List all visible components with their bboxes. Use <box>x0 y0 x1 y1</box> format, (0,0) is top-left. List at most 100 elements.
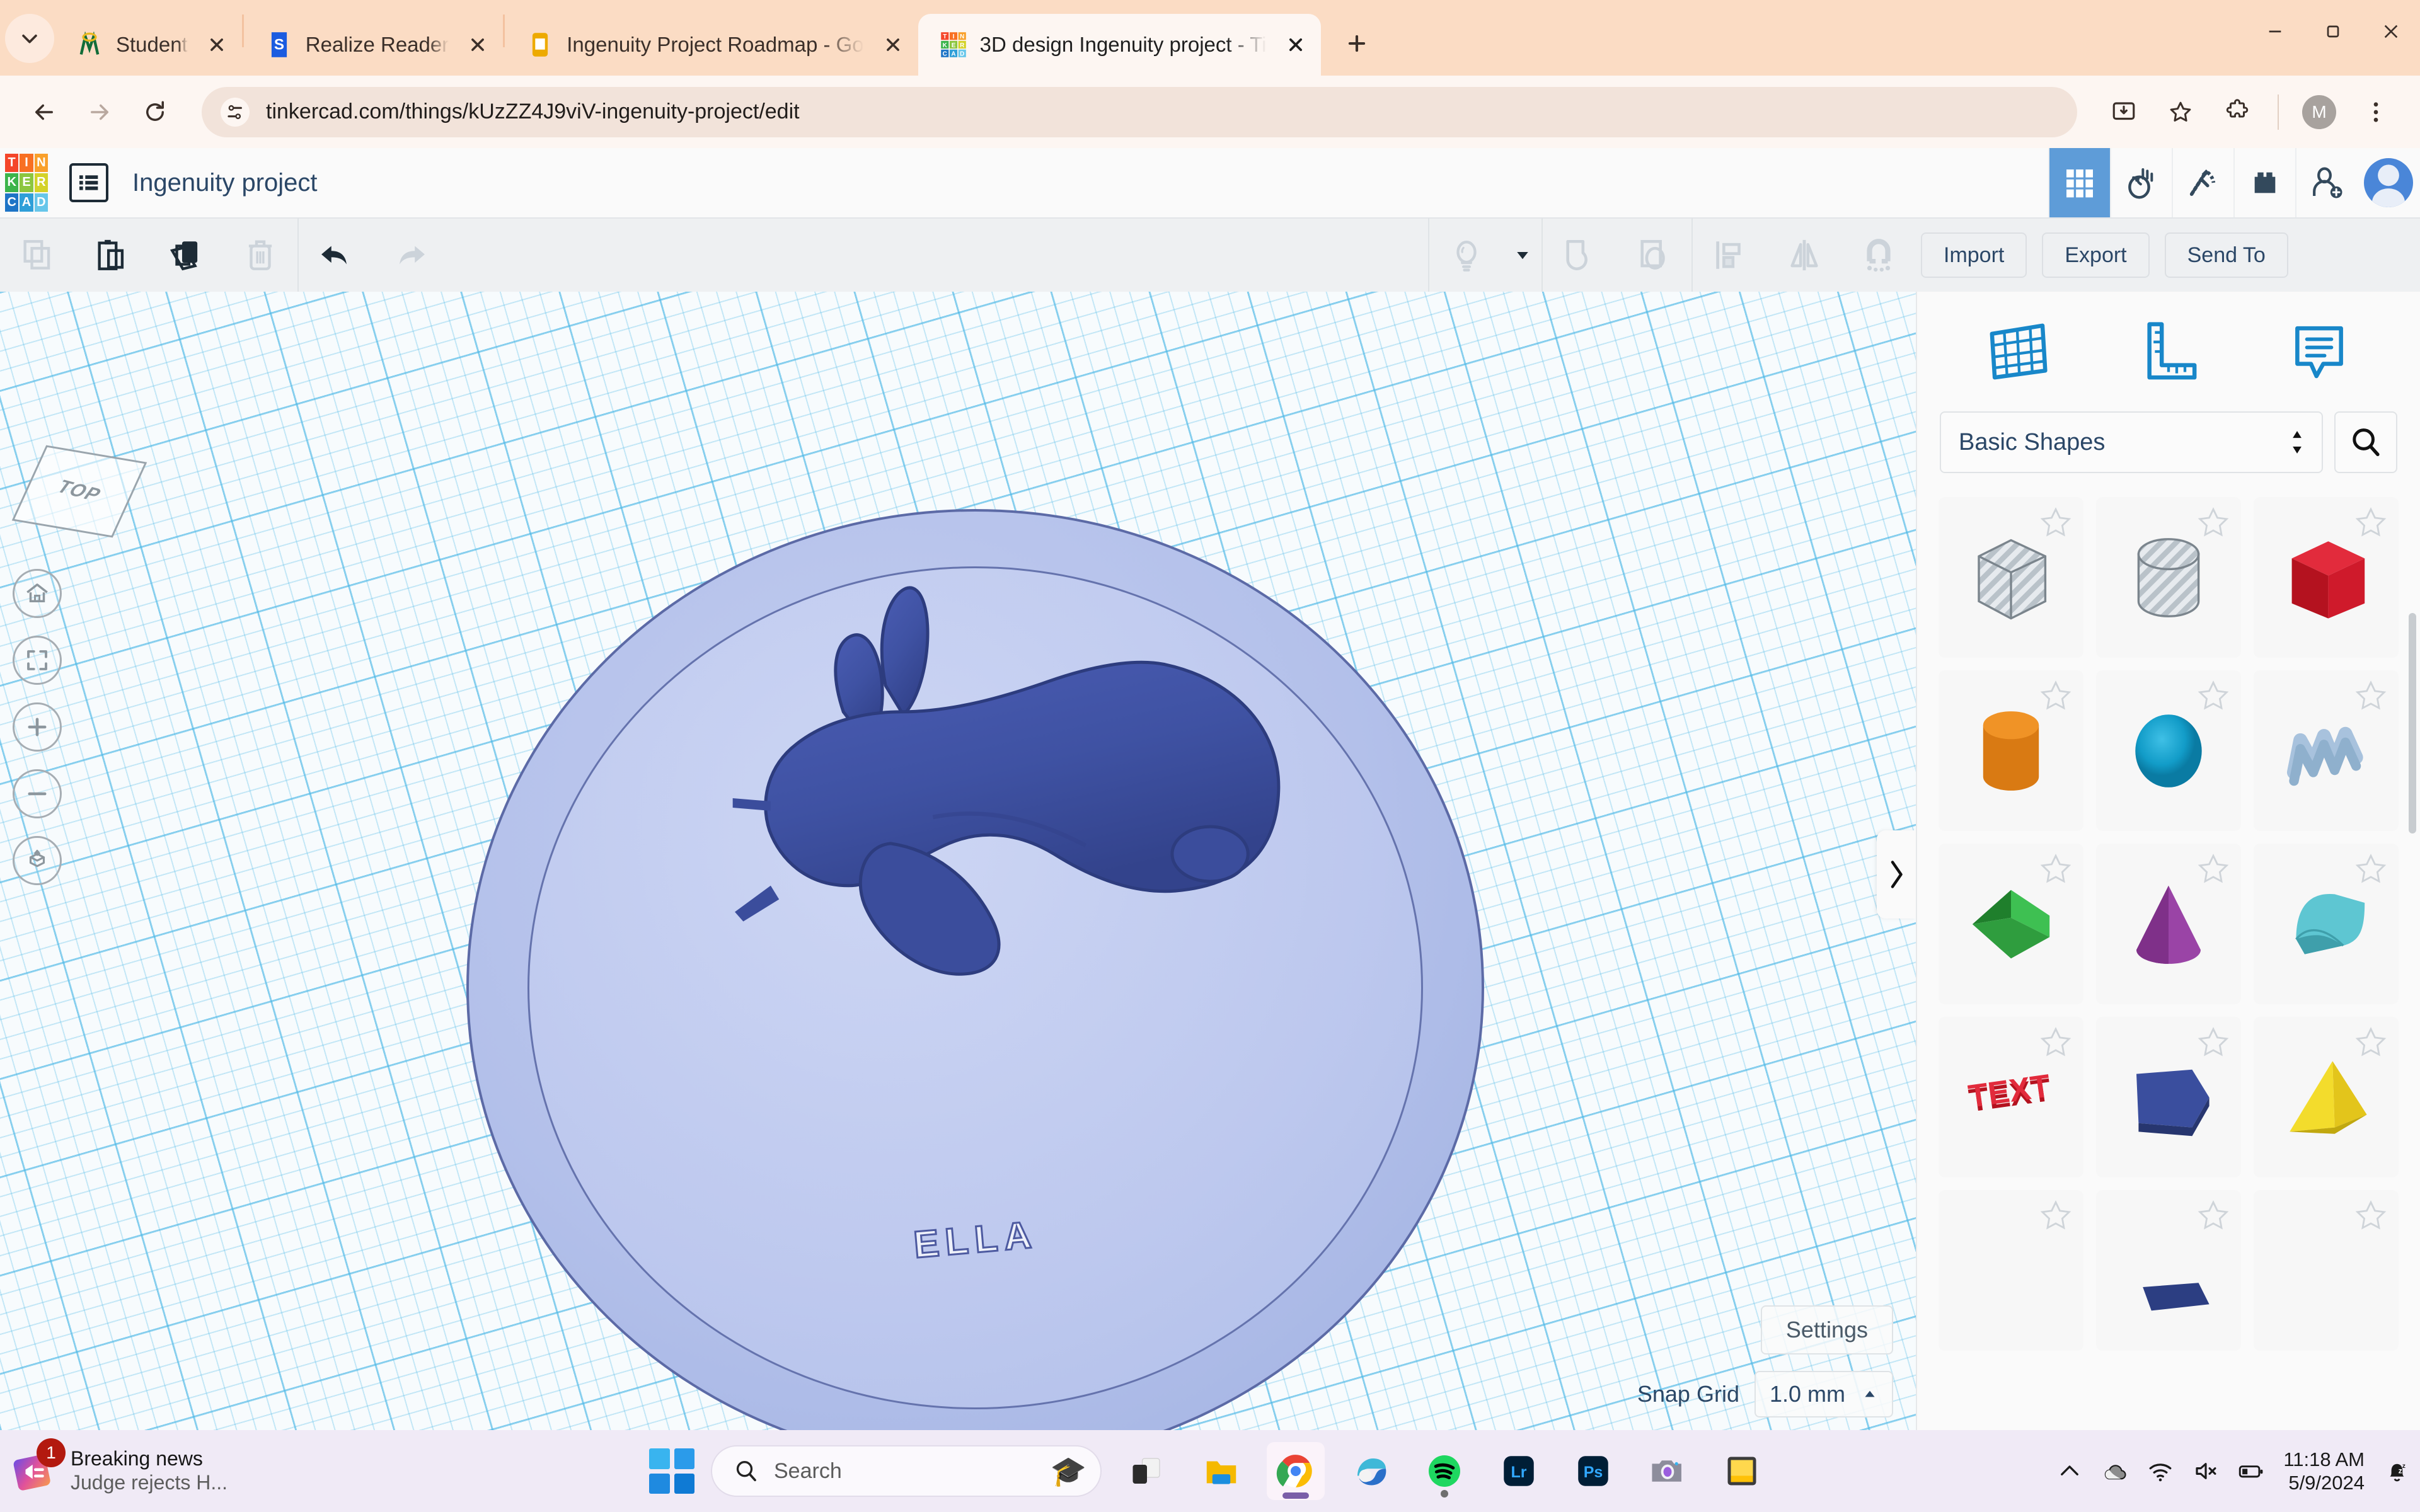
shape-text[interactable]: TEXT TEXT <box>1939 1017 2083 1177</box>
wifi-button[interactable] <box>2147 1458 2174 1484</box>
page-title[interactable]: Ingenuity project <box>132 169 318 197</box>
copy-button[interactable] <box>0 219 74 292</box>
browser-tab-student[interactable]: Student <box>54 14 242 76</box>
shape-cone[interactable] <box>2096 844 2241 1004</box>
3d-model-group[interactable]: ELLA <box>466 509 1484 1430</box>
news-widget[interactable]: 1 Breaking news Judge rejects H... <box>11 1438 553 1495</box>
undo-button[interactable] <box>299 219 373 292</box>
shape-search-button[interactable] <box>2334 411 2397 473</box>
settings-button[interactable]: Settings <box>1760 1305 1893 1354</box>
mode-3d-design[interactable] <box>2048 148 2110 217</box>
shape-polygon[interactable] <box>2096 1017 2241 1177</box>
star-icon[interactable] <box>2354 506 2387 539</box>
maximize-button[interactable] <box>2304 0 2362 63</box>
mode-blocks[interactable] <box>2233 148 2295 217</box>
home-view-button[interactable] <box>13 569 62 618</box>
taskbar-task-view[interactable] <box>1118 1442 1176 1500</box>
star-icon[interactable] <box>2039 852 2072 885</box>
mirror-button[interactable] <box>1767 219 1841 292</box>
install-app-button[interactable] <box>2099 87 2149 137</box>
shape-more-3[interactable] <box>2254 1190 2399 1351</box>
star-icon[interactable] <box>2039 506 2072 539</box>
star-icon[interactable] <box>2197 506 2230 539</box>
new-tab-button[interactable] <box>1335 21 1379 66</box>
project-list-button[interactable] <box>69 163 108 202</box>
site-settings-icon[interactable] <box>221 97 250 127</box>
star-icon[interactable] <box>2039 1026 2072 1058</box>
shape-sphere[interactable] <box>2096 670 2241 831</box>
zoom-out-button[interactable] <box>13 769 62 818</box>
shape-cylinder[interactable] <box>1939 670 2083 831</box>
workplane-tab[interactable] <box>1971 311 2065 392</box>
shape-scribble[interactable] <box>2254 670 2399 831</box>
duplicate-button[interactable] <box>149 219 223 292</box>
notifications-button[interactable]: z z <box>2383 1458 2410 1484</box>
back-button[interactable] <box>19 87 69 137</box>
star-icon[interactable] <box>2197 1026 2230 1058</box>
collapse-panel-handle[interactable] <box>1877 830 1916 919</box>
taskbar-spotify[interactable] <box>1415 1442 1473 1500</box>
browser-tab-realize-reader[interactable]: S Realize Reader <box>244 14 503 76</box>
shape-more-2[interactable] <box>2096 1190 2241 1351</box>
battery-button[interactable] <box>2238 1458 2264 1484</box>
star-icon[interactable] <box>2354 679 2387 712</box>
notes-tab[interactable] <box>2272 311 2366 392</box>
reload-button[interactable] <box>130 87 180 137</box>
address-bar[interactable]: tinkercad.com/things/kUzZZ4J9viV-ingenui… <box>202 86 2077 137</box>
fit-to-view-button[interactable] <box>13 636 62 685</box>
align-button[interactable] <box>1693 219 1767 292</box>
taskbar-adobe-lightroom[interactable]: Lr <box>1490 1442 1548 1500</box>
shape-wedge[interactable] <box>1939 844 2083 1004</box>
bunny-model[interactable] <box>650 538 1322 1065</box>
ortho-perspective-toggle[interactable] <box>13 836 62 885</box>
star-icon[interactable] <box>2197 679 2230 712</box>
view-cube[interactable]: TOP <box>11 445 149 545</box>
light-button[interactable] <box>1429 219 1504 292</box>
mode-circuits[interactable] <box>2110 148 2172 217</box>
view-cube-top-face[interactable]: TOP <box>11 445 147 538</box>
volume-button[interactable] <box>2192 1458 2219 1484</box>
redo-button[interactable] <box>373 219 447 292</box>
shape-box[interactable] <box>2254 497 2399 658</box>
shape-box-hole[interactable] <box>1939 497 2083 658</box>
ruler-tab[interactable] <box>2121 311 2216 392</box>
user-avatar-button[interactable] <box>2357 148 2420 217</box>
minimize-button[interactable] <box>2246 0 2304 63</box>
delete-button[interactable] <box>223 219 297 292</box>
browser-tab-tinkercad[interactable]: T I N K E R C A D 3D design Ingenuity pr… <box>918 14 1321 76</box>
taskbar-camera[interactable] <box>1639 1442 1697 1500</box>
taskbar-google-chrome[interactable] <box>1267 1442 1325 1500</box>
send-to-button[interactable]: Send To <box>2164 232 2288 278</box>
clock[interactable]: 11:18 AM 5/9/2024 <box>2283 1448 2365 1494</box>
bookmark-button[interactable] <box>2155 87 2206 137</box>
tray-overflow-button[interactable] <box>2056 1458 2083 1484</box>
profile-button[interactable]: M <box>2294 87 2344 137</box>
taskbar-microsoft-edge[interactable] <box>1341 1442 1399 1500</box>
taskbar-sticky-notes[interactable] <box>1713 1442 1771 1500</box>
forward-button[interactable] <box>74 87 125 137</box>
star-icon[interactable] <box>2354 852 2387 885</box>
taskbar-adobe-photoshop[interactable]: Ps <box>1564 1442 1622 1500</box>
import-button[interactable]: Import <box>1921 232 2027 278</box>
star-icon[interactable] <box>2039 679 2072 712</box>
light-dropdown-button[interactable] <box>1504 219 1541 292</box>
star-icon[interactable] <box>2197 1199 2230 1232</box>
shape-roof[interactable] <box>2254 844 2399 1004</box>
taskbar-search[interactable]: Search 🎓 <box>711 1445 1102 1497</box>
mode-codeblocks[interactable] <box>2172 148 2233 217</box>
shape-cylinder-hole[interactable] <box>2096 497 2241 658</box>
paste-button[interactable] <box>74 219 149 292</box>
tab-close-button[interactable] <box>877 28 909 61</box>
star-icon[interactable] <box>2354 1026 2387 1058</box>
3d-viewport[interactable]: TOP ELLA Settings Snap Grid 1.0 mm <box>0 292 1916 1430</box>
browser-tab-ingenuity-roadmap[interactable]: Ingenuity Project Roadmap - Go <box>505 14 918 76</box>
chrome-menu-button[interactable] <box>2351 87 2401 137</box>
zoom-in-button[interactable] <box>13 702 62 752</box>
star-icon[interactable] <box>2197 852 2230 885</box>
snap-grid-select[interactable]: 1.0 mm <box>1754 1371 1893 1418</box>
shape-category-select[interactable]: Basic Shapes <box>1940 411 2323 473</box>
tab-close-button[interactable] <box>1279 28 1312 61</box>
group-button[interactable] <box>1543 219 1617 292</box>
invite-people-button[interactable] <box>2295 148 2357 217</box>
shape-more-1[interactable] <box>1939 1190 2083 1351</box>
